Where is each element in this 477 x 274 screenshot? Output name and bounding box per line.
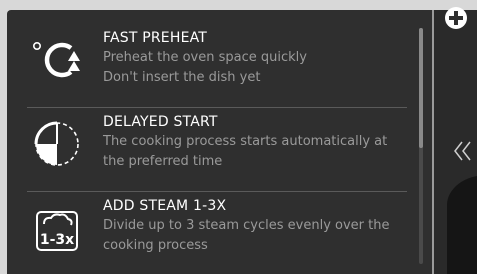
menu-item-add-steam[interactable]: 1-3x ADD STEAM 1-3X Divide up to 3 steam… <box>27 191 407 274</box>
item-description-line1: Divide up to 3 steam cycles evenly over … <box>103 218 390 233</box>
double-chevron-left-icon <box>453 141 473 168</box>
item-title: FAST PREHEAT <box>103 30 208 46</box>
side-panel-shape <box>447 175 477 274</box>
item-description-line1: Preheat the oven space quickly <box>103 50 307 65</box>
item-title: ADD STEAM 1-3X <box>103 198 227 214</box>
panel-divider <box>432 10 434 274</box>
plus-circle-icon[interactable] <box>445 7 467 29</box>
oven-display-screen: FAST PREHEAT Preheat the oven space quic… <box>7 10 477 274</box>
fast-preheat-icon <box>27 30 87 90</box>
item-description-line1: The cooking process starts automatically… <box>103 134 388 149</box>
add-steam-icon: 1-3x <box>27 198 87 258</box>
scroll-thumb[interactable] <box>419 28 423 148</box>
add-steam-icon-text: 1-3x <box>40 232 74 248</box>
item-description-line2: Don't insert the dish yet <box>103 70 261 85</box>
menu-item-delayed-start[interactable]: DELAYED START The cooking process starts… <box>27 107 407 191</box>
delayed-start-icon <box>27 114 87 174</box>
item-title: DELAYED START <box>103 114 218 130</box>
options-menu: FAST PREHEAT Preheat the oven space quic… <box>27 24 407 274</box>
item-description-line2: cooking process <box>103 238 208 253</box>
item-description-line2: the preferred time <box>103 154 223 169</box>
collapse-panel-button[interactable] <box>453 138 473 164</box>
menu-scrollbar[interactable] <box>419 28 423 264</box>
menu-item-fast-preheat[interactable]: FAST PREHEAT Preheat the oven space quic… <box>27 24 407 107</box>
